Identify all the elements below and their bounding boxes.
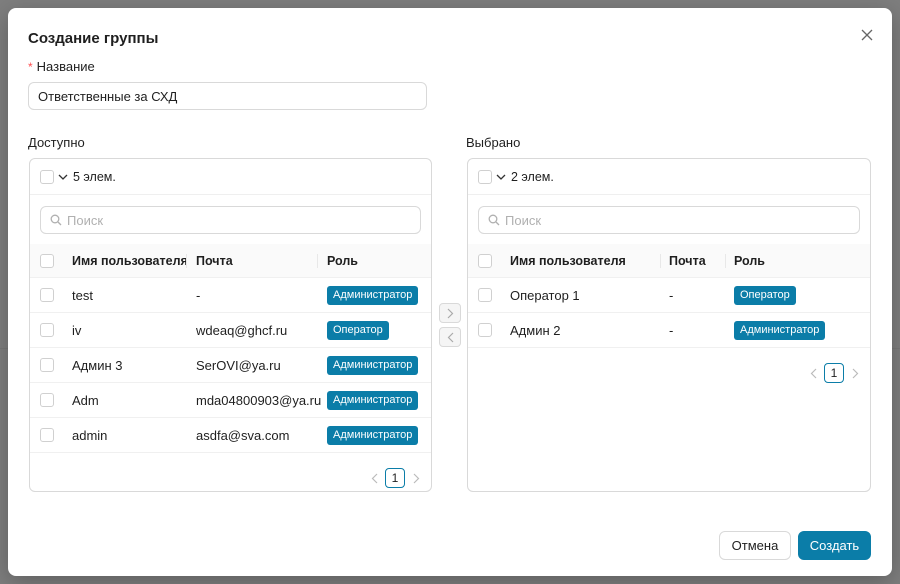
email-cell: mda04800903@ya.ru <box>196 392 322 408</box>
available-table: Имя пользователя Почта Роль test - Админ… <box>30 244 431 453</box>
selected-pagination: 1 <box>806 363 862 383</box>
chevron-right-icon <box>447 308 453 318</box>
row-checkbox[interactable] <box>40 428 54 442</box>
role-badge: Администратор <box>327 390 419 410</box>
row-checkbox[interactable] <box>40 393 54 407</box>
email-cell: - <box>669 287 674 303</box>
selected-table: Имя пользователя Почта Роль Оператор 1 -… <box>468 244 870 348</box>
email-cell: wdeaq@ghcf.ru <box>196 322 288 338</box>
role-badge: Администратор <box>734 320 826 340</box>
column-username: Имя пользователя <box>510 253 626 268</box>
search-icon <box>488 214 500 226</box>
group-name-input[interactable] <box>28 82 427 110</box>
prev-page-button[interactable] <box>806 363 820 383</box>
available-count: 5 элем. <box>73 169 116 184</box>
create-button[interactable]: Создать <box>798 531 871 560</box>
page-number[interactable]: 1 <box>385 468 405 488</box>
prev-page-button[interactable] <box>367 468 381 488</box>
next-page-button[interactable] <box>848 363 862 383</box>
email-cell: - <box>669 322 674 338</box>
table-row[interactable]: Оператор 1 - Оператор <box>468 278 870 313</box>
role-badge: Администратор <box>327 285 419 305</box>
chevron-left-icon <box>371 473 377 483</box>
chevron-left-icon <box>447 332 453 342</box>
column-role: Роль <box>734 253 765 268</box>
table-row[interactable]: Админ 2 - Администратор <box>468 313 870 348</box>
row-checkbox[interactable] <box>40 288 54 302</box>
chevron-left-icon <box>810 368 816 378</box>
name-field-label: * Название <box>28 59 95 74</box>
column-email: Почта <box>196 253 233 268</box>
username-cell: Adm <box>72 392 99 408</box>
available-panel: 5 элем. Поиск Имя пользователя Почта Рол… <box>29 158 432 492</box>
header-checkbox[interactable] <box>478 253 492 268</box>
role-badge: Оператор <box>734 285 796 305</box>
cancel-button[interactable]: Отмена <box>719 531 791 560</box>
column-role: Роль <box>327 253 358 268</box>
dialog-title: Создание группы <box>28 30 159 47</box>
available-table-header: Имя пользователя Почта Роль <box>30 244 431 278</box>
row-checkbox[interactable] <box>478 288 492 302</box>
search-placeholder: Поиск <box>67 212 104 228</box>
chevron-right-icon <box>413 473 419 483</box>
username-cell: admin <box>72 427 108 443</box>
selected-search-input[interactable]: Поиск <box>478 206 860 234</box>
selected-count: 2 элем. <box>511 169 554 184</box>
move-right-button[interactable] <box>439 303 461 323</box>
selected-panel: 2 элем. Поиск Имя пользователя Почта Рол… <box>467 158 871 492</box>
close-icon <box>861 29 873 41</box>
available-select-all-checkbox[interactable] <box>40 169 54 184</box>
row-checkbox[interactable] <box>40 323 54 337</box>
search-placeholder: Поиск <box>505 212 542 228</box>
email-cell: asdfa@sva.com <box>196 427 290 443</box>
create-group-dialog: Создание группы *Название Доступно 5 эле… <box>8 8 892 576</box>
column-email: Почта <box>669 253 706 268</box>
close-button[interactable] <box>856 24 878 46</box>
column-separator <box>317 254 318 268</box>
username-cell: Админ 2 <box>510 322 561 338</box>
column-separator <box>186 254 187 268</box>
row-checkbox[interactable] <box>478 323 492 337</box>
header-checkbox[interactable] <box>40 253 54 268</box>
role-badge: Администратор <box>327 425 419 445</box>
available-panel-header: 5 элем. <box>30 159 431 195</box>
chevron-right-icon <box>852 368 858 378</box>
column-separator <box>725 254 726 268</box>
username-cell: iv <box>72 322 82 338</box>
table-row[interactable]: admin asdfa@sva.com Администратор <box>30 418 431 453</box>
table-row[interactable]: test - Администратор <box>30 278 431 313</box>
username-cell: Админ 3 <box>72 357 123 373</box>
move-left-button[interactable] <box>439 327 461 347</box>
selected-label: Выбрано <box>466 135 521 150</box>
role-badge: Оператор <box>327 320 389 340</box>
name-label-text: Название <box>36 59 95 74</box>
table-row[interactable]: Админ 3 SerOVI@ya.ru Администратор <box>30 348 431 383</box>
row-checkbox[interactable] <box>40 358 54 372</box>
email-cell: SerOVI@ya.ru <box>196 357 281 373</box>
column-separator <box>660 254 661 268</box>
column-username: Имя пользователя <box>72 253 188 268</box>
selected-table-header: Имя пользователя Почта Роль <box>468 244 870 278</box>
next-page-button[interactable] <box>409 468 423 488</box>
chevron-down-icon[interactable] <box>58 173 68 181</box>
username-cell: test <box>72 287 93 303</box>
available-search-input[interactable]: Поиск <box>40 206 421 234</box>
page-number[interactable]: 1 <box>824 363 844 383</box>
available-pagination: 1 <box>367 468 423 488</box>
username-cell: Оператор 1 <box>510 287 580 303</box>
email-cell: - <box>196 287 201 303</box>
table-row[interactable]: Adm mda04800903@ya.ru Администратор <box>30 383 431 418</box>
search-icon <box>50 214 62 226</box>
chevron-down-icon[interactable] <box>496 173 506 181</box>
role-badge: Администратор <box>327 355 419 375</box>
selected-panel-header: 2 элем. <box>468 159 870 195</box>
table-row[interactable]: iv wdeaq@ghcf.ru Оператор <box>30 313 431 348</box>
required-asterisk: * <box>28 60 33 74</box>
selected-select-all-checkbox[interactable] <box>478 169 492 184</box>
available-label: Доступно <box>28 135 85 150</box>
